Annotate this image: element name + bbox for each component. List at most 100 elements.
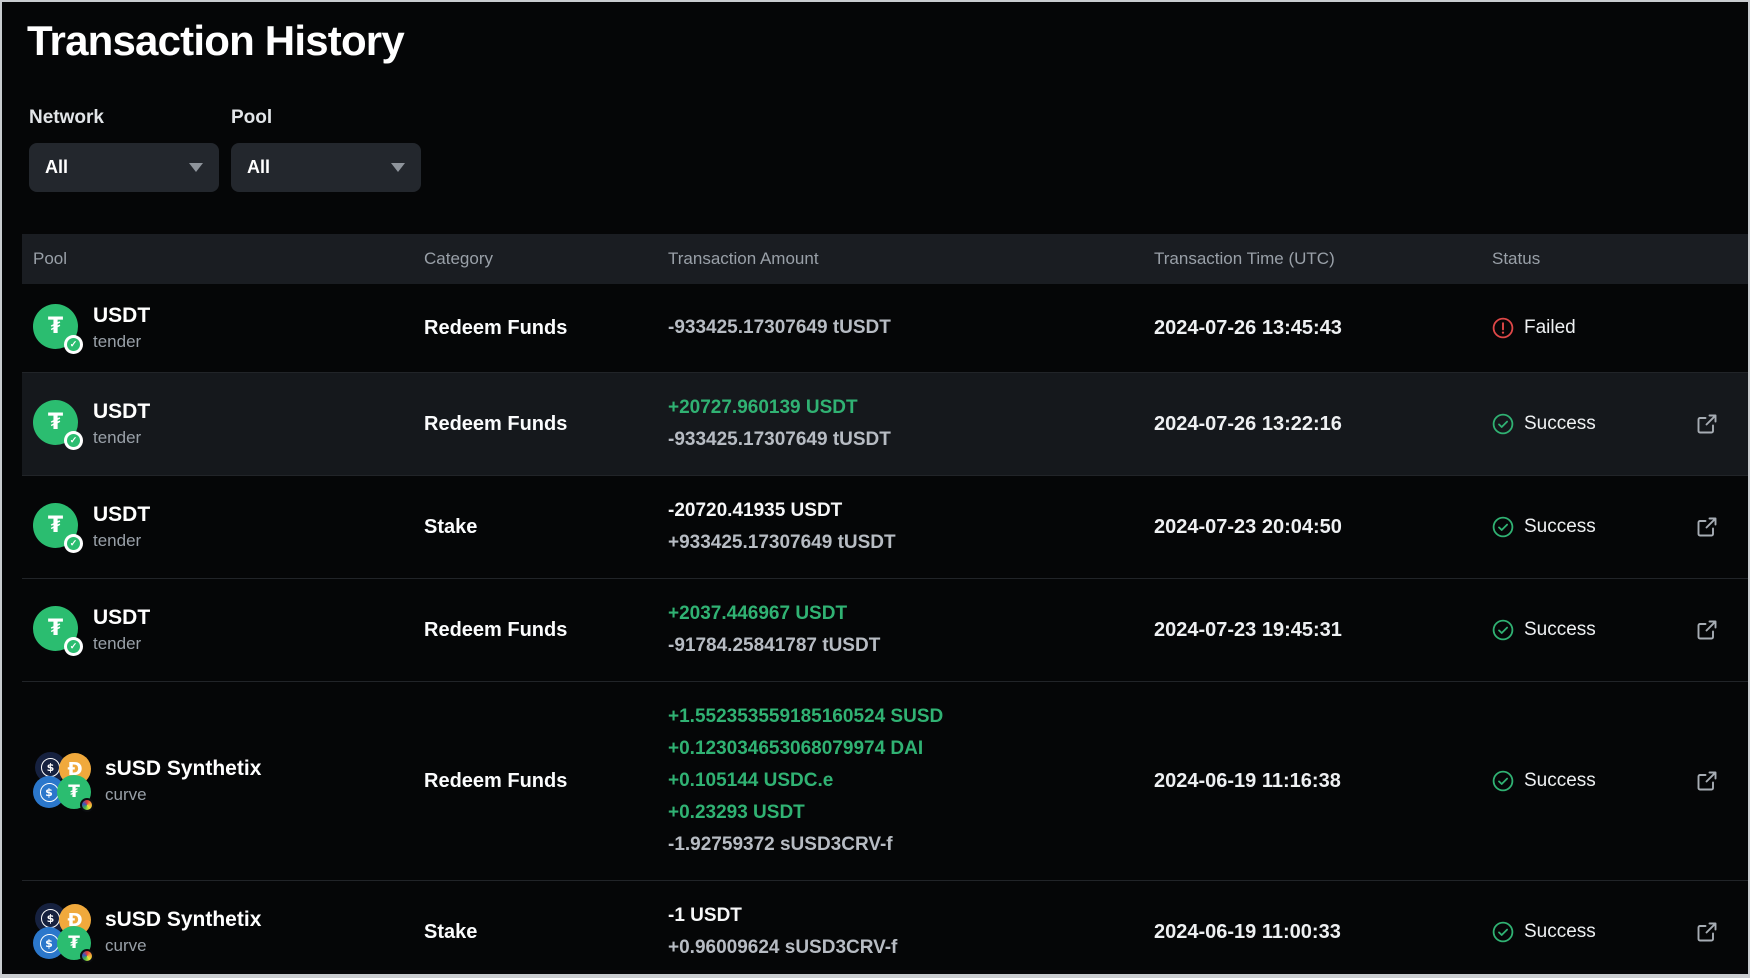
chevron-down-icon [189, 163, 203, 172]
external-link-button[interactable] [1693, 513, 1721, 541]
pool-token-cluster-icon: $ Đ $ ₮ [33, 903, 93, 961]
amount-line: +0.105144 USDC.e [668, 765, 1154, 797]
pool-protocol: tender [93, 331, 150, 353]
table-row[interactable]: ₮ ✓ USDT tender Redeem Funds -933425.173… [22, 284, 1750, 373]
status-label: Success [1524, 619, 1596, 641]
network-filter-label: Network [29, 106, 219, 130]
amount-line: +0.23293 USDT [668, 797, 1154, 829]
check-circle-icon [1492, 413, 1514, 435]
status-cell: Success [1492, 413, 1693, 435]
amount-cell: +20727.960139 USDT-933425.17307649 tUSDT [668, 392, 1154, 456]
alert-circle-icon [1492, 317, 1514, 339]
status-label: Success [1524, 921, 1596, 943]
status-label: Success [1524, 413, 1596, 435]
network-select[interactable]: All [29, 143, 219, 192]
table-row[interactable]: $ Đ $ ₮ sUSD Synthetix curve Stake -1 US… [22, 881, 1750, 978]
pool-name: USDT [93, 502, 150, 528]
category-label: Stake [424, 516, 668, 539]
check-circle-icon [1492, 770, 1514, 792]
amount-line: +0.123034653068079974 DAI [668, 733, 1154, 765]
external-link-icon [1695, 769, 1719, 793]
amount-line: -1 USDT [668, 900, 1154, 932]
page-title: Transaction History [27, 16, 1748, 66]
amount-line: +933425.17307649 tUSDT [668, 527, 1154, 559]
external-link-button[interactable] [1693, 767, 1721, 795]
status-label: Success [1524, 516, 1596, 538]
status-cell: Success [1492, 516, 1693, 538]
pool-cell: ₮ ✓ USDT tender [33, 605, 424, 655]
transaction-history-page: Transaction History Network All Pool All… [0, 0, 1750, 978]
amount-line: -933425.17307649 tUSDT [668, 424, 1154, 456]
column-header-category: Category [424, 249, 668, 269]
category-label: Redeem Funds [424, 770, 668, 793]
time-label: 2024-07-26 13:22:16 [1154, 413, 1492, 436]
amount-cell: -1 USDT+0.96009624 sUSD3CRV-f [668, 900, 1154, 964]
table-body: ₮ ✓ USDT tender Redeem Funds -933425.173… [22, 284, 1750, 978]
amount-line: -1.92759372 sUSD3CRV-f [668, 829, 1154, 861]
tender-badge-icon: ✓ [64, 431, 83, 450]
usdt-token-icon: ₮ [57, 926, 91, 960]
time-label: 2024-07-23 19:45:31 [1154, 619, 1492, 642]
pool-cell: ₮ ✓ USDT tender [33, 303, 424, 353]
status-label: Success [1524, 770, 1596, 792]
column-header-amount: Transaction Amount [668, 249, 1154, 269]
tender-badge-icon: ✓ [64, 534, 83, 553]
table-row[interactable]: ₮ ✓ USDT tender Stake -20720.41935 USDT+… [22, 476, 1750, 579]
network-filter: Network All [29, 106, 219, 192]
column-header-time: Transaction Time (UTC) [1154, 249, 1492, 269]
amount-cell: +2037.446967 USDT-91784.25841787 tUSDT [668, 598, 1154, 662]
usdt-token-icon: ₮ [57, 775, 91, 809]
pool-protocol: curve [105, 784, 261, 806]
usdt-token-icon: ₮ ✓ [33, 400, 81, 448]
chevron-down-icon [391, 163, 405, 172]
pool-select[interactable]: All [231, 143, 421, 192]
category-label: Redeem Funds [424, 619, 668, 642]
tender-badge-icon: ✓ [64, 335, 83, 354]
amount-line: +20727.960139 USDT [668, 392, 1154, 424]
column-header-status: Status [1492, 249, 1693, 269]
pool-name: USDT [93, 605, 150, 631]
status-cell: Success [1492, 619, 1693, 641]
pool-name: USDT [93, 399, 150, 425]
pool-cell: $ Đ $ ₮ sUSD Synthetix curve [33, 903, 424, 961]
status-cell: Success [1492, 921, 1693, 943]
table-row[interactable]: ₮ ✓ USDT tender Redeem Funds +2037.44696… [22, 579, 1750, 682]
curve-badge-icon [80, 949, 94, 963]
network-select-value: All [45, 157, 68, 178]
status-cell: Success [1492, 770, 1693, 792]
table-row[interactable]: $ Đ $ ₮ sUSD Synthetix curve Redeem Fund… [22, 682, 1750, 881]
amount-line: -20720.41935 USDT [668, 495, 1154, 527]
pool-name: sUSD Synthetix [105, 756, 261, 782]
usdt-token-icon: ₮ ✓ [33, 503, 81, 551]
category-label: Stake [424, 921, 668, 944]
transactions-table: Pool Category Transaction Amount Transac… [22, 234, 1750, 978]
external-link-button[interactable] [1693, 616, 1721, 644]
status-label: Failed [1524, 317, 1576, 339]
amount-cell: -933425.17307649 tUSDT [668, 312, 1154, 344]
external-link-icon [1695, 515, 1719, 539]
amount-line: -933425.17307649 tUSDT [668, 312, 1154, 344]
external-link-button[interactable] [1693, 410, 1721, 438]
filters-bar: Network All Pool All [29, 106, 1748, 192]
check-circle-icon [1492, 619, 1514, 641]
check-circle-icon [1492, 921, 1514, 943]
pool-protocol: curve [105, 935, 261, 957]
amount-line: +2037.446967 USDT [668, 598, 1154, 630]
amount-line: -91784.25841787 tUSDT [668, 630, 1154, 662]
pool-protocol: tender [93, 427, 150, 449]
category-label: Redeem Funds [424, 317, 668, 340]
amount-line: +0.96009624 sUSD3CRV-f [668, 932, 1154, 964]
time-label: 2024-06-19 11:00:33 [1154, 921, 1492, 944]
pool-cell: ₮ ✓ USDT tender [33, 399, 424, 449]
pool-filter-label: Pool [231, 106, 421, 130]
category-label: Redeem Funds [424, 413, 668, 436]
pool-protocol: tender [93, 530, 150, 552]
column-header-pool: Pool [33, 249, 424, 269]
amount-cell: -20720.41935 USDT+933425.17307649 tUSDT [668, 495, 1154, 559]
check-circle-icon [1492, 516, 1514, 538]
pool-token-cluster-icon: $ Đ $ ₮ [33, 752, 93, 810]
table-row[interactable]: ₮ ✓ USDT tender Redeem Funds +20727.9601… [22, 373, 1750, 476]
time-label: 2024-07-26 13:45:43 [1154, 317, 1492, 340]
usdt-token-icon: ₮ ✓ [33, 606, 81, 654]
external-link-button[interactable] [1693, 918, 1721, 946]
